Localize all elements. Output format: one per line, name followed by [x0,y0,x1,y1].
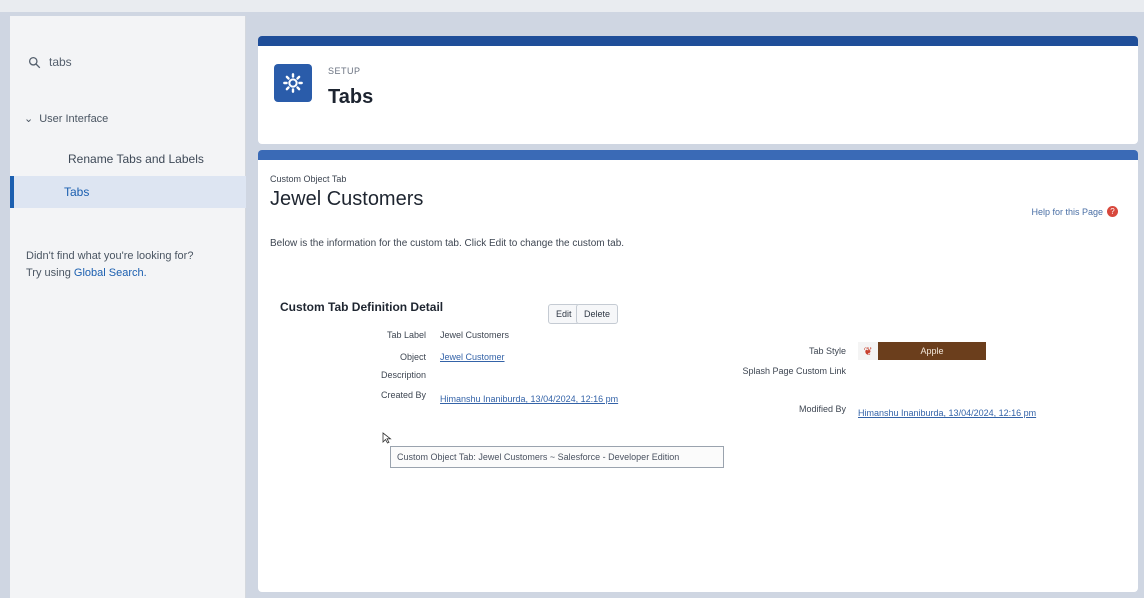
didnt-find-message: Didn't find what you're looking for? Try… [26,248,236,282]
intro-text: Below is the information for the custom … [270,238,625,249]
tab-style-label: Tab Style [808,346,846,356]
didnt-find-try: Try using [26,267,71,279]
search-icon [28,56,41,68]
tab-style-value: Apple [920,346,944,356]
tab-label-label: Tab Label [386,330,426,340]
tree-item-user-interface[interactable]: ⌄ User Interface [24,112,109,126]
tab-label-value: Jewel Customers [440,330,510,340]
modified-by-link[interactable]: Himanshu Inaniburda, 13/04/2024, 12:16 p… [858,408,1036,418]
record-title: Jewel Customers [270,188,424,210]
tree-item-rename-tabs[interactable]: Rename Tabs and Labels [68,152,204,166]
tree-item-label: User Interface [39,112,109,125]
quick-find-search[interactable]: tabs [28,48,238,76]
page-title: Tabs [328,86,374,108]
created-by-label: Created By [380,390,426,400]
splash-page-label: Splash Page Custom Link [742,366,846,376]
modified-by-label: Modified By [798,404,846,414]
browser-top-strip [0,0,1144,12]
search-input[interactable]: tabs [49,55,72,69]
didnt-find-line: Didn't find what you're looking for? [26,250,194,262]
tab-detail-panel: Custom Object Tab Jewel Customers Help f… [258,150,1138,592]
delete-button[interactable]: Delete [576,304,619,324]
header-eyebrow: SETUP [328,66,361,76]
setup-sidebar: tabs ⌄ User Interface Rename Tabs and La… [10,16,246,598]
help-icon: ? [1107,206,1118,217]
object-link[interactable]: Jewel Customer [440,352,505,362]
tab-style-swatch: ❦ Apple [858,342,986,360]
help-link-label: Help for this Page [1031,206,1103,217]
object-type-label: Custom Object Tab [270,174,347,184]
help-for-page-link[interactable]: Help for this Page ? [1031,206,1118,217]
tree-item-tabs[interactable]: Tabs [10,176,246,208]
chevron-down-icon: ⌄ [24,113,34,125]
object-label: Object [399,352,426,362]
edit-button[interactable]: Edit [548,304,580,324]
description-label: Description [380,370,426,380]
created-by-link[interactable]: Himanshu Inaniburda, 13/04/2024, 12:16 p… [440,394,618,404]
section-title: Custom Tab Definition Detail [280,300,444,314]
apple-icon: ❦ [858,342,878,360]
tab-tooltip: Custom Object Tab: Jewel Customers ~ Sal… [390,446,724,468]
mouse-cursor-icon [382,432,392,444]
global-search-link[interactable]: Global Search. [74,267,147,279]
setup-header: SETUP Tabs [258,36,1138,144]
gear-icon [274,64,312,102]
